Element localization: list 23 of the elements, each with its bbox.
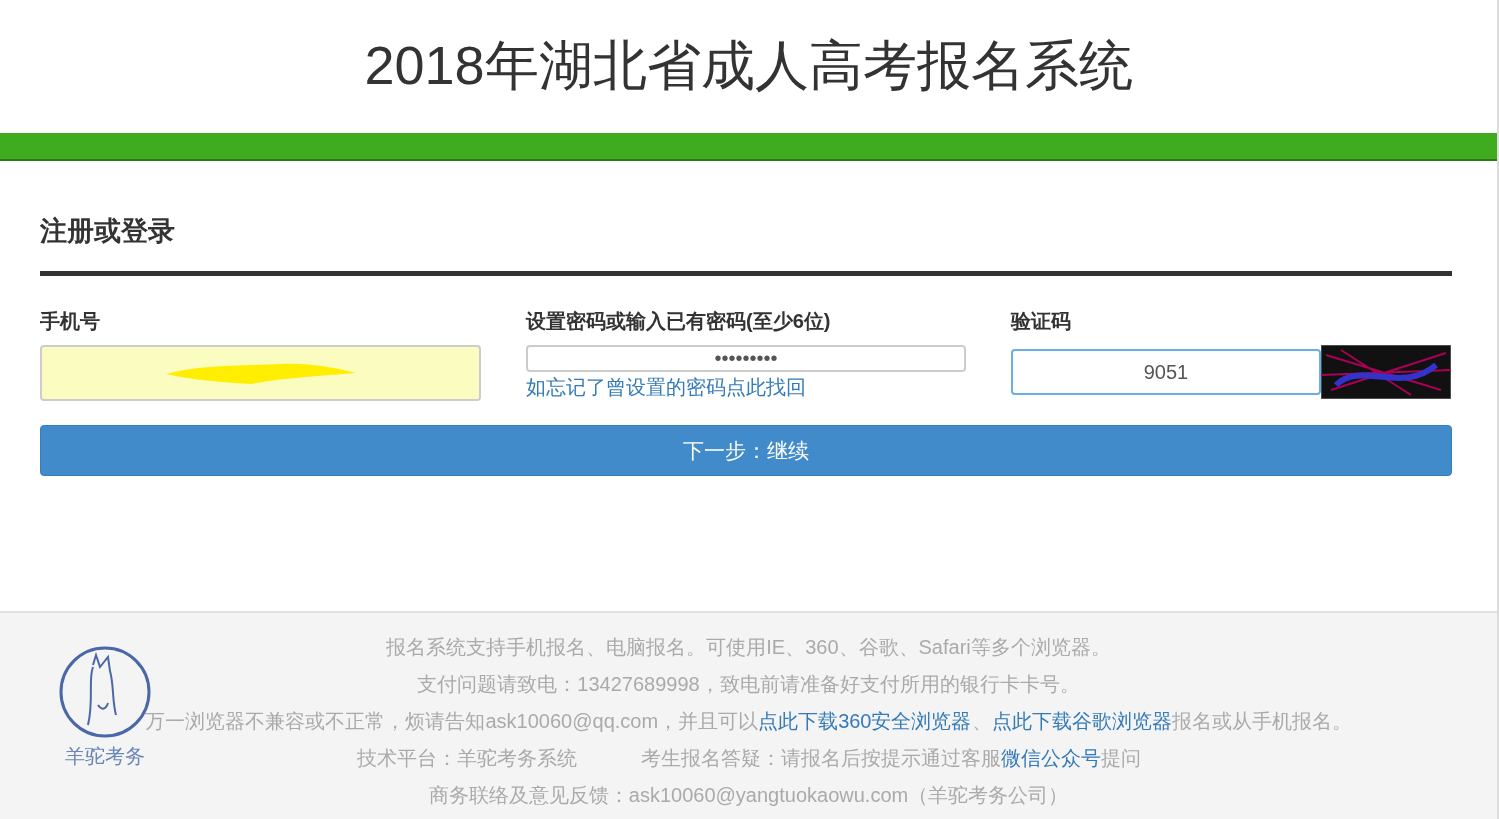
field-label: 设置密码或输入已有密码(至少6位) [526,309,832,334]
forgot-password-link[interactable]: 如忘记了曾设置的密码点此找回 [526,374,966,401]
footer-link[interactable]: 微信公众号 [1000,744,1101,772]
field-label: 验证码 [1011,309,1072,334]
footer-text: 报名系统支持手机报名、电脑报名。可使用IE、360、谷歌、Safari等多个浏览器。 [386,635,1111,660]
page-title: 2018年湖北省成人高考报名系统 [364,34,1133,97]
footer-text: 技术平台：羊驼考务系统 [356,746,577,771]
footer-text: 支付问题请致电：13427689998，致电前请准备好支付所用的银行卡卡号。 [417,672,1080,697]
captcha-input[interactable]: 9051 [1011,349,1321,395]
footer-text: 考生报名答疑：请报名后按提示通过客服 [640,746,1001,771]
password-input[interactable]: ••••••••• [526,345,966,372]
footer-link[interactable]: 点此下载谷歌浏览器 [991,707,1172,735]
field-label: 手机号 [40,309,101,334]
section-title: 注册或登录 [40,213,1452,276]
logo-text: 羊驼考务 [65,744,145,769]
footer-text: 提问 [1100,746,1141,771]
footer-text: 报名或从手机报名。 [1171,709,1352,734]
next-button[interactable]: 下一步：继续 [40,425,1452,476]
footer-text: 万一浏览器不兼容或不正常，烦请告知ask10060@qq.com，并且可以 [145,709,759,734]
footer-text: 、 [971,709,992,734]
footer-text: 商务联络及意见反馈：ask10060@yangtuokaowu.com（羊驼考务公司） [428,783,1069,808]
phone-input[interactable] [40,345,481,401]
footer-link[interactable]: 点此下载360安全浏览器 [758,707,972,735]
